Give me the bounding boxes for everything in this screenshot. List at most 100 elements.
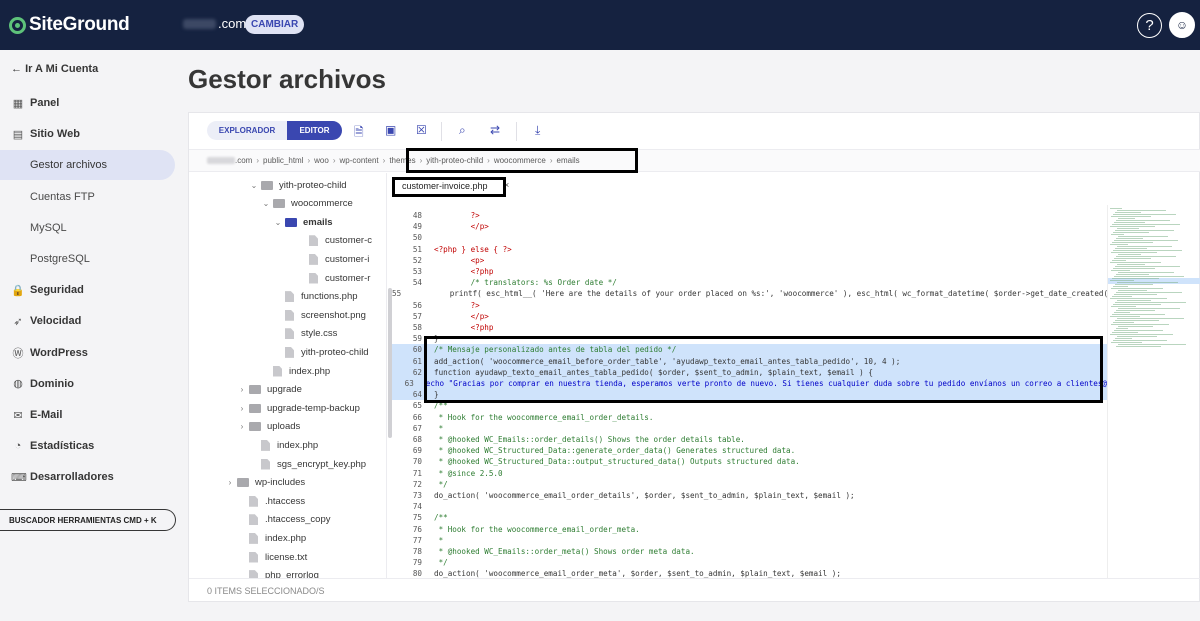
tree-item[interactable]: › wp-includes: [225, 474, 306, 492]
breadcrumb-item[interactable]: public_html: [263, 156, 303, 165]
tree-item[interactable]: › upgrade: [237, 381, 302, 399]
tree-item[interactable]: .htaccess: [249, 492, 305, 510]
sidebar-item-panel[interactable]: ▦ Panel: [0, 88, 176, 118]
code-line[interactable]: 57 </p>: [392, 311, 1107, 322]
code-line[interactable]: 66 * Hook for the woocommerce_email_orde…: [392, 412, 1107, 423]
chevron-right-icon[interactable]: ›: [237, 385, 247, 394]
code-line[interactable]: 69 * @hooked WC_Structured_Data::generat…: [392, 445, 1107, 456]
toolbar-divider: [516, 122, 517, 141]
tree-item[interactable]: index.php: [249, 529, 306, 547]
new-file-icon[interactable]: 🗎: [354, 123, 364, 144]
sidebar-item-label: Panel: [30, 97, 60, 109]
tree-item[interactable]: screenshot.png: [285, 306, 366, 324]
chevron-right-icon[interactable]: ›: [225, 478, 235, 487]
code-line[interactable]: 76 * Hook for the woocommerce_email_orde…: [392, 524, 1107, 535]
code-line[interactable]: 55 printf( esc_html__( 'Here are the det…: [392, 288, 1107, 299]
code-line[interactable]: 51 <?php } else { ?>: [392, 244, 1107, 255]
code-line[interactable]: 77 *: [392, 535, 1107, 546]
code-line[interactable]: 71 * @since 2.5.0: [392, 468, 1107, 479]
chevron-down-icon[interactable]: ⌄: [273, 218, 283, 227]
close-file-icon[interactable]: ☒: [416, 123, 427, 137]
sidebar-item-mysql[interactable]: MySQL: [0, 213, 176, 243]
sidebar-item-sitio-web[interactable]: ▤ Sitio Web: [0, 119, 176, 149]
sidebar-item-postgresql[interactable]: PostgreSQL: [0, 244, 176, 274]
tree-item[interactable]: index.php: [273, 362, 330, 380]
code-line[interactable]: 68 * @hooked WC_Emails::order_details() …: [392, 434, 1107, 445]
save-icon[interactable]: ▣: [385, 123, 396, 137]
code-line[interactable]: 73 do_action( 'woocommerce_email_order_de…: [392, 490, 1107, 501]
sidebar-item-gestor-archivos[interactable]: Gestor archivos: [0, 150, 175, 181]
avatar[interactable]: ☺: [1169, 12, 1195, 38]
code-text: * Hook for the woocommerce_email_order_m…: [434, 524, 640, 534]
code-line[interactable]: 53 <?php: [392, 266, 1107, 277]
line-number: 79: [412, 558, 422, 568]
code-line[interactable]: 79 */: [392, 557, 1107, 568]
change-site-button[interactable]: CAMBIAR: [245, 15, 305, 34]
siteground-logo[interactable]: SiteGround: [9, 14, 130, 36]
sidebar-item-wordpress[interactable]: Ⓦ WordPress: [0, 338, 176, 368]
sidebar-item-seguridad[interactable]: 🔒 Seguridad: [0, 275, 176, 305]
tree-item[interactable]: index.php: [261, 436, 318, 454]
replace-icon[interactable]: ⇄: [490, 123, 500, 137]
code-line[interactable]: 56 ?>: [392, 300, 1107, 311]
code-line[interactable]: 54 /* translators: %s Order date */: [392, 277, 1107, 288]
code-line[interactable]: 70 * @hooked WC_Structured_Data::output_…: [392, 456, 1107, 467]
tree-item-label: sgs_encrypt_key.php: [277, 458, 367, 470]
code-line[interactable]: 50: [392, 232, 1107, 243]
wordpress-icon: Ⓦ: [12, 347, 24, 360]
chevron-right-icon[interactable]: ›: [237, 422, 247, 431]
tree-item[interactable]: functions.php: [285, 288, 358, 306]
download-icon[interactable]: ⤓: [535, 123, 540, 138]
code-line[interactable]: 48 ?>: [392, 210, 1107, 221]
tree-item[interactable]: php_errorlog: [249, 567, 319, 578]
help-icon[interactable]: ?: [1137, 13, 1162, 38]
chevron-down-icon[interactable]: ⌄: [261, 199, 271, 208]
sidebar-item-desarrolladores[interactable]: ⌨ Desarrolladores: [0, 462, 176, 492]
code-line[interactable]: 52 <p>: [392, 255, 1107, 266]
breadcrumb-item[interactable]: woo: [314, 156, 329, 165]
code-line[interactable]: 72 */: [392, 479, 1107, 490]
rocket-icon: ➶: [13, 315, 23, 328]
editor-tab[interactable]: EDITOR: [287, 121, 342, 140]
minimap[interactable]: [1107, 205, 1200, 578]
code-line[interactable]: 78 * @hooked WC_Emails::order_meta() Sho…: [392, 546, 1107, 557]
sidebar-item-velocidad[interactable]: ➶ Velocidad: [0, 306, 176, 336]
file-manager-panel: EXPLORADOR EDITOR 🗎 ▣ ☒ ⌕ ⇄ ⤓ .com › publi…: [188, 112, 1200, 602]
file-icon: [273, 365, 282, 377]
tree-item[interactable]: license.txt: [249, 548, 307, 566]
code-line[interactable]: 58 <?php: [392, 322, 1107, 333]
sidebar-item-dominio[interactable]: ◍ Dominio: [0, 369, 176, 399]
code-line[interactable]: 80 do_action( 'woocommerce_email_order_me…: [392, 568, 1107, 578]
tree-item[interactable]: customer-i: [309, 250, 369, 268]
breadcrumb-item[interactable]: wp-content: [340, 156, 379, 165]
code-line[interactable]: 49 </p>: [392, 221, 1107, 232]
toolbar: EXPLORADOR EDITOR 🗎 ▣ ☒ ⌕ ⇄ ⤓: [189, 113, 1200, 150]
line-number: 58: [412, 323, 422, 333]
tree-item[interactable]: sgs_encrypt_key.php: [261, 455, 366, 473]
code-line[interactable]: 67 *: [392, 423, 1107, 434]
sidebar-item-cuentas-ftp[interactable]: Cuentas FTP: [0, 182, 176, 212]
tree-item[interactable]: › upgrade-temp-backup: [237, 399, 360, 417]
tools-search-button[interactable]: BUSCADOR HERRAMIENTAS CMD + K: [0, 509, 176, 531]
tree-item[interactable]: style.css: [285, 325, 337, 343]
code-line[interactable]: 75 /**: [392, 512, 1107, 523]
tree-item[interactable]: ⌄ yith-proteo-child: [249, 176, 347, 194]
tree-item[interactable]: customer-c: [309, 232, 372, 250]
sidebar-item-estad-sticas[interactable]: ◔ Estadísticas: [0, 431, 176, 461]
tree-item[interactable]: .htaccess_copy: [249, 511, 330, 529]
chevron-down-icon[interactable]: ⌄: [249, 181, 259, 190]
tree-item[interactable]: › uploads: [237, 418, 301, 436]
view-switcher: EXPLORADOR EDITOR: [207, 121, 342, 140]
code-line[interactable]: 74: [392, 501, 1107, 512]
breadcrumb-item[interactable]: .com: [235, 156, 252, 165]
tree-item[interactable]: customer-r: [309, 269, 370, 287]
explorer-tab[interactable]: EXPLORADOR: [207, 121, 287, 140]
tree-item[interactable]: ⌄ emails: [273, 213, 333, 231]
back-to-account-link[interactable]: ← Ir A Mi Cuenta: [11, 63, 98, 75]
line-number: 67: [412, 423, 422, 433]
tree-item[interactable]: ⌄ woocommerce: [261, 195, 353, 213]
sidebar-item-e-mail[interactable]: ✉ E-Mail: [0, 400, 176, 430]
search-icon[interactable]: ⌕: [459, 123, 466, 138]
tree-item[interactable]: yith-proteo-child: [285, 343, 369, 361]
chevron-right-icon[interactable]: ›: [237, 404, 247, 413]
